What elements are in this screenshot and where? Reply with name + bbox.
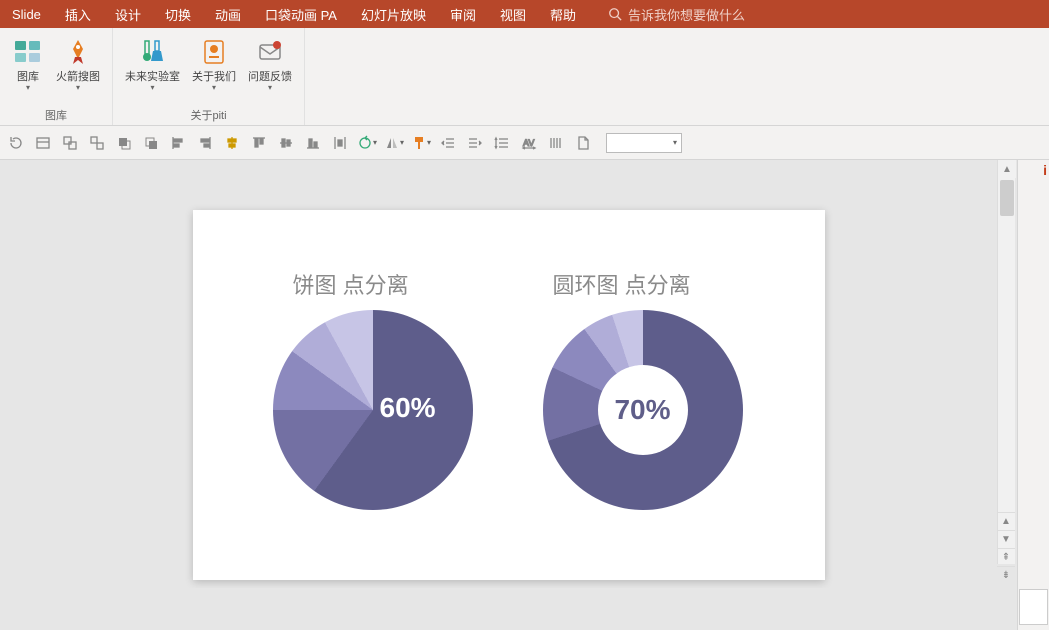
chart-title-donut: 圆环图 点分离 [553,268,691,300]
vertical-scrollbar[interactable]: ▲ [997,160,1015,564]
tab-animation[interactable]: 动画 [203,0,253,28]
double-up-icon[interactable]: ⇞ [997,548,1015,566]
panel-marker: i [1043,162,1047,178]
side-panel: i [1017,160,1049,630]
chevron-down-icon: ▾ [76,84,80,92]
qt-line-spacing[interactable] [490,131,514,155]
qt-distribute-h[interactable] [328,131,352,155]
badge-icon [198,36,230,68]
ribbon-btn-gallery[interactable]: 图库 ▾ [6,34,50,94]
tab-design[interactable]: 设计 [103,0,153,28]
chevron-down-icon: ▾ [268,84,272,92]
tell-me-search[interactable]: 告诉我你想要做什么 [608,5,745,24]
ribbon-btn-rocket-search[interactable]: 火箭搜图 ▾ [50,34,106,94]
qt-new-doc[interactable] [571,131,595,155]
chevron-down-icon: ▾ [673,139,677,147]
slide[interactable]: 饼图 点分离 [193,210,825,580]
tab-insert[interactable]: 插入 [53,0,103,28]
notes-area[interactable] [0,588,1017,630]
qt-text-effects[interactable] [544,131,568,155]
qt-send-back[interactable] [139,131,163,155]
qt-align-top[interactable] [247,131,271,155]
qt-indent-right[interactable] [463,131,487,155]
tab-review[interactable]: 审阅 [438,0,488,28]
pie-center-label: 60% [380,392,436,424]
tab-slideshow[interactable]: 幻灯片放映 [349,0,438,28]
chevron-down-icon: ▾ [212,84,216,92]
qt-reset[interactable] [4,131,28,155]
tab-pocket-anim[interactable]: 口袋动画 PA [253,0,349,28]
ribbon-group-label: 图库 [6,105,106,125]
qt-font-size-combo[interactable]: ▾ [606,133,682,153]
ribbon-group-about-piti: 未来实验室 ▾ 关于我们 ▾ 问题反馈 ▾ 关于piti [113,28,305,125]
qt-align-right[interactable] [193,131,217,155]
qt-align-bottom[interactable] [301,131,325,155]
quick-access-toolbar: ▾ ▾ ▾ AV ▾ [0,126,1049,160]
scroll-thumb[interactable] [1000,180,1014,216]
search-placeholder: 告诉我你想要做什么 [628,5,745,24]
ribbon-group-label: 关于piti [119,105,298,125]
qt-flip[interactable]: ▾ [382,131,406,155]
donut-center-label: 70% [614,394,670,426]
chart-title-pie: 饼图 点分离 [293,268,409,300]
scroll-down-arrow-icon[interactable]: ▼ [997,530,1015,548]
ribbon-btn-feedback[interactable]: 问题反馈 ▾ [242,34,298,94]
qt-group[interactable] [58,131,82,155]
tab-view[interactable]: 视图 [488,0,538,28]
tab-help[interactable]: 帮助 [538,0,588,28]
bottom-strip [0,588,1049,630]
image-grid-icon [12,36,44,68]
ribbon: 图库 ▾ 火箭搜图 ▾ 图库 未来实验室 ▾ [0,28,1049,126]
lab-flask-icon [137,36,169,68]
prev-slide-button[interactable]: ▲ [997,512,1015,530]
menu-tabs: Slide 插入 设计 切换 动画 口袋动画 PA 幻灯片放映 审阅 视图 帮助 [0,0,588,28]
chevron-down-icon: ▾ [150,84,154,92]
slide-canvas-area[interactable]: 饼图 点分离 [0,160,1017,630]
qt-layout[interactable] [31,131,55,155]
qt-align-center[interactable] [220,131,244,155]
envelope-icon [254,36,286,68]
qt-rotate[interactable]: ▾ [355,131,379,155]
chevron-down-icon: ▾ [26,84,30,92]
workspace: 饼图 点分离 [0,160,1049,630]
tab-transition[interactable]: 切换 [153,0,203,28]
tab-slide[interactable]: Slide [0,0,53,28]
search-icon [608,7,622,21]
pie-chart[interactable]: 60% [273,310,473,510]
bottom-right-panel [1017,588,1049,630]
qt-align-left[interactable] [166,131,190,155]
qt-char-spacing[interactable]: AV [517,131,541,155]
ribbon-btn-about-us[interactable]: 关于我们 ▾ [186,34,242,94]
menu-bar: Slide 插入 设计 切换 动画 口袋动画 PA 幻灯片放映 审阅 视图 帮助… [0,0,1049,28]
ribbon-group-gallery: 图库 ▾ 火箭搜图 ▾ 图库 [0,28,113,125]
qt-align-middle[interactable] [274,131,298,155]
rocket-icon [62,36,94,68]
qt-indent-left[interactable] [436,131,460,155]
double-down-icon[interactable]: ⇟ [997,566,1015,584]
qt-format-painter[interactable]: ▾ [409,131,433,155]
slide-nav-arrows: ▲ ▼ ⇞ ⇟ [997,512,1015,584]
scroll-up-arrow-icon[interactable]: ▲ [998,160,1016,178]
qt-bring-front[interactable] [112,131,136,155]
qt-ungroup[interactable] [85,131,109,155]
panel-cell[interactable] [1019,589,1048,625]
ribbon-btn-future-lab[interactable]: 未来实验室 ▾ [119,34,186,94]
